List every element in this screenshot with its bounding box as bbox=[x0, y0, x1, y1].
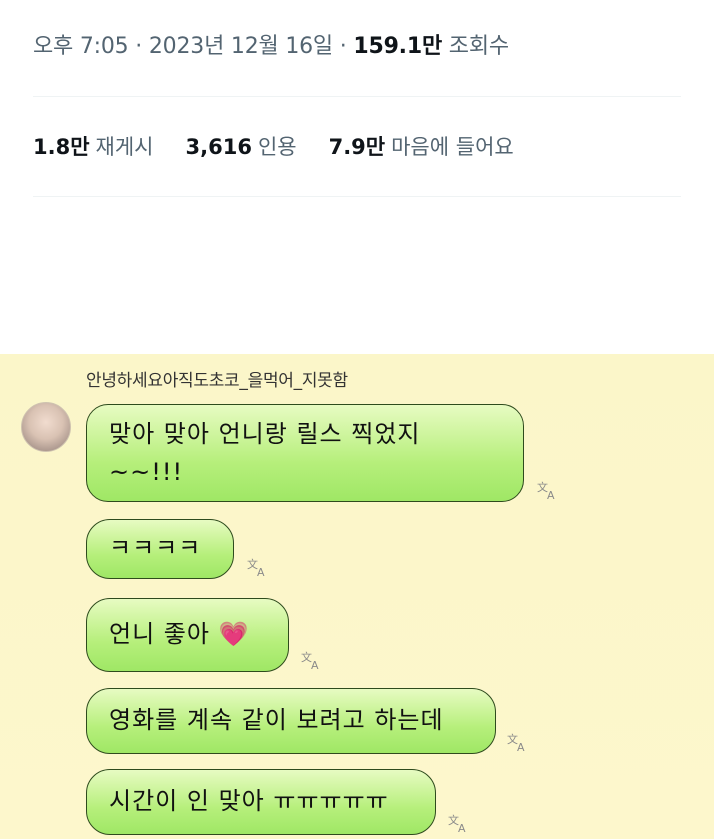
svg-text:A: A bbox=[311, 659, 319, 670]
svg-text:A: A bbox=[458, 822, 466, 833]
svg-text:A: A bbox=[257, 566, 265, 577]
avatar bbox=[21, 402, 71, 452]
svg-text:A: A bbox=[547, 489, 555, 500]
view-count-label: 조회수 bbox=[448, 34, 509, 59]
divider bbox=[33, 196, 681, 197]
chat-bubble: ㅋㅋㅋㅋ bbox=[86, 519, 234, 579]
translate-icon[interactable]: 文 A bbox=[448, 813, 470, 833]
engagement-stats: 1.8만 재게시 3,616 인용 7.9만 마음에 들어요 bbox=[33, 131, 546, 161]
translate-icon[interactable]: 文 A bbox=[247, 557, 269, 577]
stat-quotes[interactable]: 3,616 인용 bbox=[186, 131, 297, 161]
stat-reposts[interactable]: 1.8만 재게시 bbox=[33, 131, 154, 161]
meta-separator: · bbox=[332, 34, 354, 59]
translate-icon[interactable]: 文 A bbox=[537, 480, 559, 500]
chat-bubble: 언니 좋아 💗 bbox=[86, 598, 289, 672]
post-time: 오후 7:05 bbox=[33, 34, 129, 59]
svg-text:A: A bbox=[517, 741, 525, 752]
post-date: 2023년 12월 16일 bbox=[148, 34, 333, 59]
chat-bubble: 영화를 계속 같이 보려고 하는데 bbox=[86, 688, 496, 754]
view-count: 159.1만 bbox=[353, 34, 442, 59]
meta-separator: · bbox=[128, 34, 149, 59]
post-meta: 오후 7:05 · 2023년 12월 16일 · 159.1만 조회수 bbox=[33, 28, 509, 60]
translate-icon[interactable]: 文 A bbox=[301, 650, 323, 670]
sender-name: 안녕하세요아직도초코_을먹어_지못함 bbox=[86, 371, 348, 391]
chat-bubble: 시간이 인 맞아 ㅠㅠㅠㅠㅠ bbox=[86, 769, 436, 835]
divider bbox=[33, 96, 681, 97]
chat-bubble: 맞아 맞아 언니랑 릴스 찍었지 ~~!!! bbox=[86, 404, 524, 502]
stat-likes[interactable]: 7.9만 마음에 들어요 bbox=[329, 131, 514, 161]
chat-screenshot: 안녕하세요아직도초코_을먹어_지못함 맞아 맞아 언니랑 릴스 찍었지 ~~!!… bbox=[0, 354, 714, 839]
translate-icon[interactable]: 文 A bbox=[507, 732, 529, 752]
